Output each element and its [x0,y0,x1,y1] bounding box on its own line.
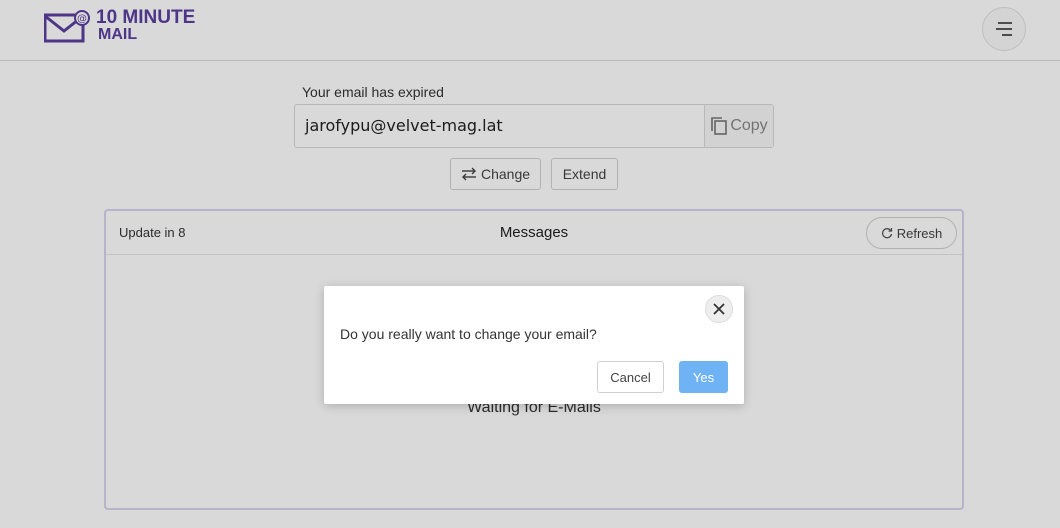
dialog-close-button[interactable] [705,295,733,323]
dialog-message: Do you really want to change your email? [340,326,597,342]
confirm-button[interactable]: Yes [679,361,728,393]
modal-backdrop[interactable] [0,0,1060,528]
close-icon [713,303,725,315]
confirm-dialog: Do you really want to change your email?… [324,286,744,404]
cancel-button[interactable]: Cancel [597,361,664,393]
